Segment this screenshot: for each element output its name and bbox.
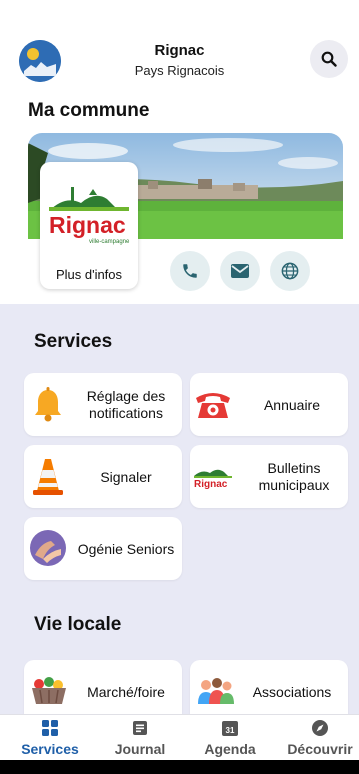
system-navigation-bar xyxy=(0,760,359,774)
nav-tab-agenda[interactable]: 31 Agenda xyxy=(190,719,270,757)
tile-report[interactable]: Signaler xyxy=(24,445,182,508)
page-title: Rignac xyxy=(154,42,205,59)
tile-notifications[interactable]: Réglage des notifications xyxy=(24,373,182,436)
section-heading-services: Services xyxy=(34,331,113,352)
nav-tab-discover[interactable]: Découvrir xyxy=(280,719,359,757)
nav-label-services: Services xyxy=(21,741,79,757)
email-button[interactable] xyxy=(220,251,260,291)
services-area xyxy=(0,304,359,714)
calendar-icon: 31 xyxy=(221,719,239,737)
bell-icon xyxy=(35,387,61,422)
bulletin-logo-icon: Rignac xyxy=(194,469,232,489)
tile-label-associations: Associations xyxy=(252,683,332,700)
search-button[interactable] xyxy=(310,40,348,78)
seniors-icon xyxy=(30,530,66,566)
tile-label-directory: Annuaire xyxy=(263,396,321,413)
phone-icon xyxy=(183,264,197,278)
svg-text:Rignac: Rignac xyxy=(194,479,228,489)
rignac-logo: Rignac ville-campagne xyxy=(49,187,130,245)
mail-icon xyxy=(231,264,249,278)
tile-associations[interactable]: Associations xyxy=(190,660,348,714)
tile-directory[interactable]: Annuaire xyxy=(190,373,348,436)
compass-icon xyxy=(311,719,329,737)
tile-bulletins[interactable]: Rignac Bulletins municipaux xyxy=(190,445,348,508)
section-heading-commune: Ma commune xyxy=(28,100,150,121)
newspaper-icon xyxy=(131,719,149,737)
tile-label-notifications: Réglage des notifications xyxy=(86,388,166,421)
grid-icon xyxy=(41,719,59,737)
people-icon xyxy=(198,678,234,704)
nav-tab-services[interactable]: Services xyxy=(10,719,90,757)
commune-logo-card[interactable]: Rignac ville-campagne Plus d'infos xyxy=(40,162,138,289)
call-button[interactable] xyxy=(170,251,210,291)
calendar-badge: 31 xyxy=(226,726,235,735)
svg-text:ville-campagne: ville-campagne xyxy=(89,239,130,245)
traffic-cone-icon xyxy=(33,459,63,495)
tile-label-report: Signaler xyxy=(100,468,152,485)
city-logo-icon[interactable] xyxy=(19,40,61,82)
page-subtitle: Pays Rignacois xyxy=(134,63,225,78)
tile-seniors[interactable]: Ogénie Seniors xyxy=(24,517,182,580)
app-header: Rignac Pays Rignacois xyxy=(0,0,359,92)
section-heading-vie-locale: Vie locale xyxy=(34,614,122,635)
search-icon xyxy=(321,51,337,67)
svg-text:Rignac: Rignac xyxy=(49,212,126,238)
header-title-block: Rignac Pays Rignacois xyxy=(70,42,289,79)
telephone-icon xyxy=(196,393,230,418)
nav-label-journal: Journal xyxy=(114,741,166,757)
tile-label-seniors: Ogénie Seniors xyxy=(77,540,175,557)
nav-label-agenda: Agenda xyxy=(204,741,256,757)
market-basket-icon xyxy=(32,677,66,704)
tile-label-market: Marché/foire xyxy=(87,683,165,700)
globe-icon xyxy=(281,262,299,280)
website-button[interactable] xyxy=(270,251,310,291)
more-info-label: Plus d'infos xyxy=(55,267,123,282)
tile-market[interactable]: Marché/foire xyxy=(24,660,182,714)
nav-label-discover: Découvrir xyxy=(287,741,353,757)
tile-label-bulletins: Bulletins municipaux xyxy=(258,460,330,493)
bottom-navigation: Services Journal 31 Agenda Découvrir xyxy=(0,714,359,760)
nav-tab-journal[interactable]: Journal xyxy=(100,719,180,757)
